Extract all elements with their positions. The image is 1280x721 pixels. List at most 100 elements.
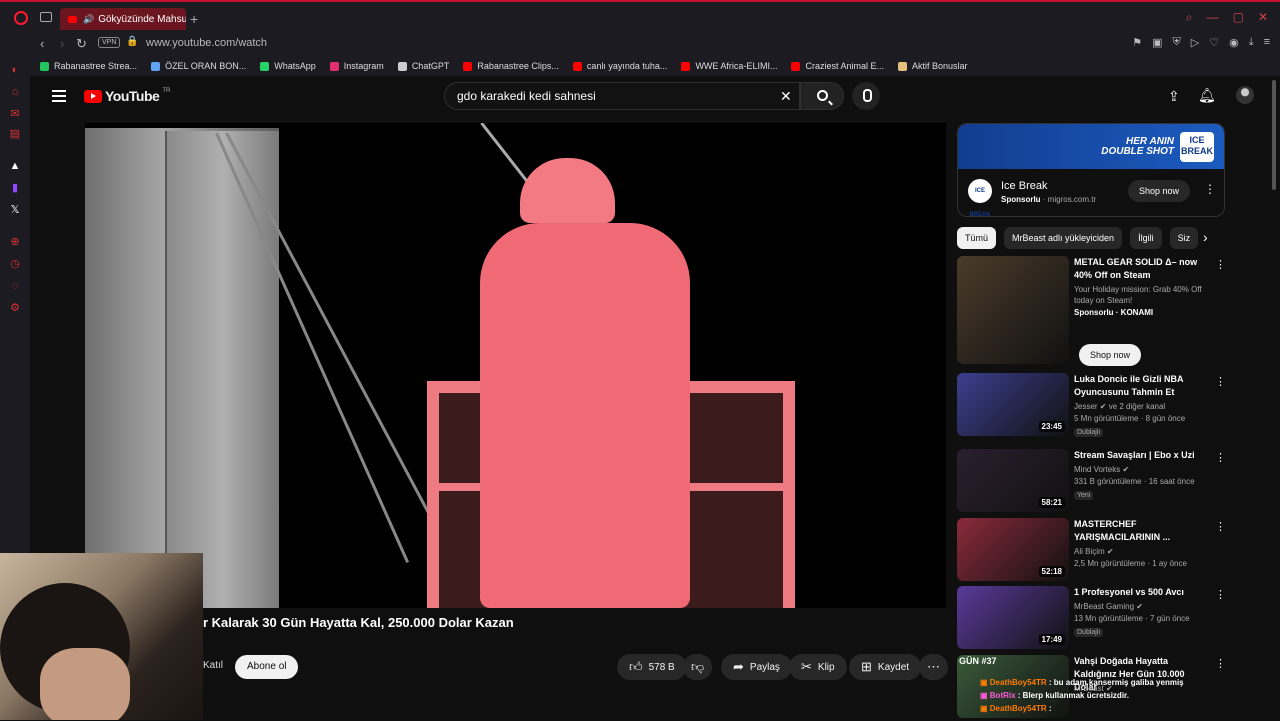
avatar[interactable]: [1236, 86, 1254, 104]
shop-now-button[interactable]: Shop now: [1079, 344, 1142, 366]
recommendation-item[interactable]: 52:18 MASTERCHEF YARIŞMACILARININ ... Ali …: [957, 518, 1226, 584]
bookmark-icon[interactable]: ⚑: [1132, 36, 1142, 49]
ad-shop-now-button[interactable]: Shop now: [1128, 180, 1191, 202]
vpn-badge[interactable]: VPN: [98, 37, 121, 48]
recommendation-title[interactable]: Stream Savaşları | Ebo x Uzi: [1074, 449, 1204, 462]
join-button[interactable]: Katıl: [203, 660, 223, 671]
reload-button[interactable]: ↻: [76, 36, 87, 52]
ad-banner[interactable]: HER ANIN DOUBLE SHOT ICE BREAK: [958, 124, 1224, 169]
new-tab-button[interactable]: +: [190, 11, 198, 27]
voice-search-button[interactable]: [852, 82, 880, 110]
sidebar-aria-icon[interactable]: ◐: [9, 64, 21, 76]
recommendation-title[interactable]: MASTERCHEF YARIŞMACILARININ ...: [1074, 518, 1204, 544]
forward-button[interactable]: ›: [60, 36, 64, 51]
subscribe-button[interactable]: Abone ol: [235, 655, 299, 679]
bookmark-item[interactable]: Craziest Animal E...: [791, 61, 884, 71]
recommendation-title[interactable]: 1 Profesyonel vs 500 Avcı: [1074, 586, 1204, 599]
recommendation-channel[interactable]: Jesser ✔ ve 2 diğer kanal: [1074, 401, 1214, 412]
recommendation-item[interactable]: 17:49 1 Profesyonel vs 500 Avcı MrBeast Ga…: [957, 586, 1226, 652]
heart-icon[interactable]: ♡: [1209, 36, 1219, 49]
sidebar-history-icon[interactable]: ◷: [9, 258, 21, 270]
recommendation-item[interactable]: 23:45 Luka Doncic ile Gizli NBA Oyuncusun…: [957, 373, 1226, 439]
filter-chip[interactable]: İlgili: [1130, 227, 1162, 249]
video-thumbnail[interactable]: 23:45: [957, 373, 1069, 436]
ad-name[interactable]: Ice Break: [1001, 180, 1047, 192]
video-thumbnail[interactable]: 52:18: [957, 518, 1069, 581]
maximize-button[interactable]: ▢: [1233, 10, 1244, 25]
bookmark-item[interactable]: ChatGPT: [397, 61, 449, 71]
menu-icon[interactable]: ≡: [1264, 36, 1270, 49]
recommendation-item[interactable]: 58:21 Stream Savaşları | Ebo x Uzi Mind Vo…: [957, 449, 1226, 515]
bookmark-item[interactable]: Aktif Bonuslar: [897, 61, 968, 71]
sidebar-a-icon[interactable]: ▲: [9, 160, 21, 172]
back-button[interactable]: ‹: [40, 36, 44, 51]
upload-icon[interactable]: ⇪: [1168, 88, 1180, 105]
sidebar-settings-icon[interactable]: ⚙: [9, 302, 21, 314]
bookmark-item[interactable]: Instagram: [329, 61, 384, 71]
hamburger-menu-icon[interactable]: [52, 90, 66, 102]
sidebar-x-icon[interactable]: 𝕏: [9, 204, 21, 216]
bookmark-item[interactable]: Rabanastree Clips...: [463, 61, 559, 71]
share-button[interactable]: ➦ Paylaş: [721, 654, 792, 680]
filter-chip[interactable]: Siz: [1169, 227, 1199, 249]
like-button[interactable]: 👍︎ 578 B: [617, 654, 687, 680]
more-vert-icon[interactable]: ⋮: [1215, 657, 1226, 670]
bookmark-item[interactable]: Rabanastree Strea...: [40, 61, 137, 71]
recommendation-channel[interactable]: Your Holiday mission: Grab 40% Off today…: [1074, 284, 1214, 306]
sidebar-chat-icon[interactable]: ◌: [9, 280, 21, 292]
more-vert-icon[interactable]: ⋮: [1204, 182, 1216, 196]
recommendation-title[interactable]: Luka Doncic ile Gizli NBA Oyuncusunu Tah…: [1074, 373, 1204, 399]
bookmark-item[interactable]: WhatsApp: [260, 61, 316, 71]
tab-active[interactable]: 🔊 Gökyüzünde Mahsur K: [60, 8, 186, 30]
sidebar-crypto-icon[interactable]: ⌂: [9, 86, 21, 98]
lock-icon[interactable]: 🔒: [126, 36, 138, 47]
more-actions-button[interactable]: ⋯: [919, 654, 948, 680]
page-scrollbar[interactable]: [1272, 80, 1276, 190]
search-tabs-icon[interactable]: ⌕: [1186, 10, 1193, 25]
recommendation-channel[interactable]: MrBeast Gaming ✔: [1074, 601, 1214, 612]
recommendation-channel[interactable]: Mind Vorteks ✔: [1074, 464, 1214, 475]
sidebar-music-icon[interactable]: ▤: [9, 128, 21, 140]
video-thumbnail[interactable]: 17:49: [957, 586, 1069, 649]
chevron-right-icon[interactable]: ›: [1203, 229, 1208, 245]
sidebar-twitch-icon[interactable]: ▮: [9, 182, 21, 194]
video-thumbnail[interactable]: [957, 256, 1069, 364]
download-icon[interactable]: ⤓: [1249, 36, 1254, 49]
url-field[interactable]: www.youtube.com/watch: [146, 37, 267, 49]
youtube-logo[interactable]: YouTube TR: [84, 88, 170, 104]
recommendation-item[interactable]: METAL GEAR SOLID Δ– now 40% Off on Steam…: [957, 256, 1226, 366]
bookmark-item[interactable]: canlı yayında tuha...: [572, 61, 667, 71]
sidebar-add-icon[interactable]: ⊕: [9, 236, 21, 248]
tab-overview-icon[interactable]: [40, 12, 52, 22]
search-input[interactable]: gdo karakedi kedi sahnesi: [444, 82, 800, 110]
save-button[interactable]: ⊞ Kaydet: [849, 654, 922, 680]
notifications-bell-icon[interactable]: 🔔︎: [1198, 87, 1216, 104]
more-vert-icon[interactable]: ⋮: [1215, 258, 1226, 271]
shield-icon[interactable]: ⛨: [1173, 36, 1181, 49]
clip-button[interactable]: ✂ Klip: [789, 654, 847, 680]
more-vert-icon[interactable]: ⋮: [1215, 520, 1226, 533]
close-button[interactable]: ✕: [1258, 10, 1268, 25]
speaker-icon[interactable]: 🔊: [83, 14, 94, 25]
sponsored-ad[interactable]: HER ANIN DOUBLE SHOT ICE BREAK ICE BREAK …: [957, 123, 1225, 217]
profile-icon[interactable]: ◉: [1229, 36, 1239, 49]
video-thumbnail[interactable]: 58:21: [957, 449, 1069, 512]
recommendation-channel[interactable]: Ali Biçim ✔: [1074, 546, 1214, 557]
snapshot-icon[interactable]: ▣: [1152, 36, 1162, 49]
sidebar-messenger-icon[interactable]: ✉: [9, 108, 21, 120]
filter-chip[interactable]: MrBeast adlı yükleyiciden: [1004, 227, 1123, 249]
more-vert-icon[interactable]: ⋮: [1215, 375, 1226, 388]
more-vert-icon[interactable]: ⋮: [1215, 588, 1226, 601]
search-button[interactable]: [800, 82, 844, 110]
clear-search-icon[interactable]: ✕: [780, 88, 792, 105]
bookmark-item[interactable]: ÖZEL ORAN BON...: [151, 61, 246, 71]
video-player[interactable]: [85, 123, 946, 608]
player-icon[interactable]: ▷: [1191, 36, 1199, 49]
more-vert-icon[interactable]: ⋮: [1215, 451, 1226, 464]
bookmark-item[interactable]: WWE Africa-ELIMI...: [681, 61, 777, 71]
opera-logo-icon[interactable]: [14, 11, 28, 25]
minimize-button[interactable]: —: [1207, 10, 1219, 25]
filter-chip[interactable]: Tümü: [957, 227, 997, 249]
dislike-button[interactable]: 👎︎: [683, 654, 713, 680]
recommendation-title[interactable]: METAL GEAR SOLID Δ– now 40% Off on Steam: [1074, 256, 1204, 282]
